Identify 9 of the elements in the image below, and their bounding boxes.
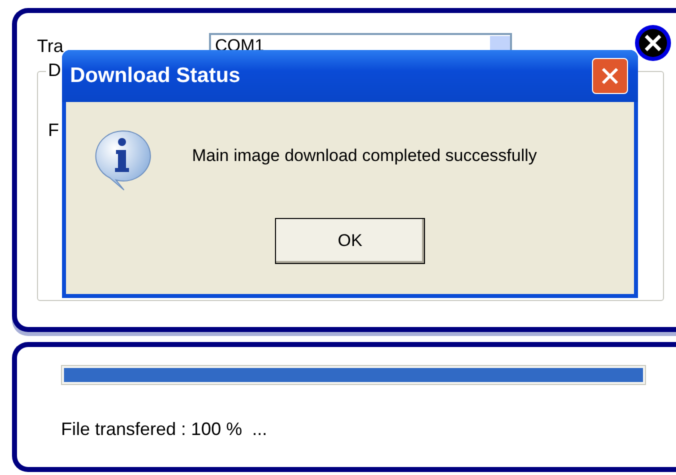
close-icon <box>599 65 621 87</box>
field-label: F <box>48 120 59 141</box>
status-text: File transfered : 100 % ... <box>61 419 268 440</box>
field-label: Tra <box>37 36 64 56</box>
dialog-title: Download Status <box>70 64 240 88</box>
ok-button[interactable]: OK <box>275 218 425 264</box>
close-button[interactable] <box>592 58 628 94</box>
message-text: Main image download completed successfully <box>192 146 537 166</box>
close-icon[interactable] <box>634 24 672 62</box>
